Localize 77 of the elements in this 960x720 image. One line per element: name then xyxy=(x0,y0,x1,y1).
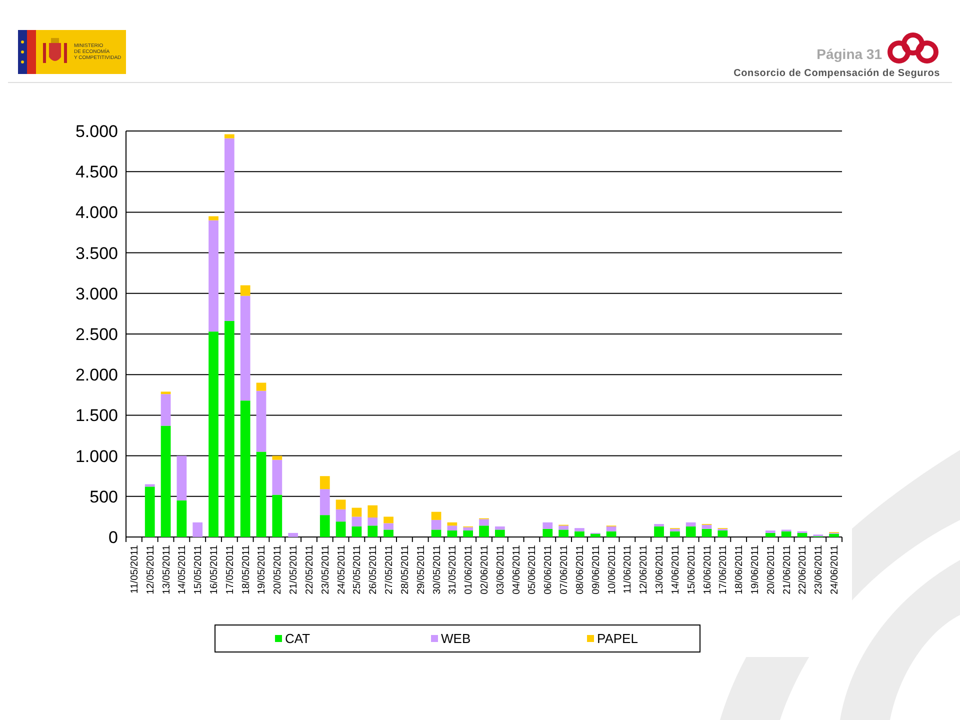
x-tick-label: 02/06/2011 xyxy=(480,545,490,594)
bar-segment xyxy=(336,522,346,537)
x-tick-label: 03/06/2011 xyxy=(495,545,506,594)
bar-segment xyxy=(431,520,442,530)
page-number: Página 31 xyxy=(816,46,882,62)
x-tick-label: 10/06/2011 xyxy=(606,545,618,594)
y-tick-label: 4.000 xyxy=(75,203,118,222)
x-tick-label: 06/06/2011 xyxy=(543,545,554,594)
x-tick-label: 09/06/2011 xyxy=(590,545,602,594)
x-tick-label: 08/06/2011 xyxy=(574,545,586,594)
x-tick-label: 29/05/2011 xyxy=(416,545,427,594)
x-tick-label: 16/05/2011 xyxy=(209,545,220,594)
x-tick-label: 28/05/2011 xyxy=(400,545,411,594)
x-tick-label: 01/06/2011 xyxy=(464,545,475,594)
bar-segment xyxy=(352,516,362,526)
x-tick-label: 19/06/2011 xyxy=(750,545,761,594)
x-tick-label: 18/06/2011 xyxy=(734,545,746,594)
x-tick-label: 17/05/2011 xyxy=(224,545,236,594)
x-tick-label: 16/06/2011 xyxy=(702,545,714,594)
x-tick-label: 19/05/2011 xyxy=(256,545,268,594)
y-tick-label: 4.500 xyxy=(75,162,118,182)
x-tick-label: 22/05/2011 xyxy=(304,545,316,594)
x-tick-label: 22/06/2011 xyxy=(798,545,809,594)
x-tick-label: 23/05/2011 xyxy=(320,545,332,594)
bar-segment xyxy=(336,500,346,510)
x-tick-label: 05/06/2011 xyxy=(527,545,538,594)
x-tick-label: 20/06/2011 xyxy=(766,545,777,594)
y-tick-label: 3.500 xyxy=(75,244,118,263)
x-tick-label: 18/05/2011 xyxy=(240,545,252,594)
x-tick-label: 14/05/2011 xyxy=(177,545,188,594)
bar-segment xyxy=(176,500,187,537)
y-tick-label: 1.500 xyxy=(75,406,118,426)
x-tick-label: 11/05/2011 xyxy=(129,545,140,594)
x-tick-label: 15/05/2011 xyxy=(193,545,204,594)
x-tick-label: 04/06/2011 xyxy=(511,545,522,594)
bar-segment xyxy=(192,522,203,537)
bar-segment xyxy=(320,515,330,537)
y-tick-label: 2.000 xyxy=(75,366,118,385)
legend-label: CAT xyxy=(285,631,310,646)
x-tick-label: 23/06/2011 xyxy=(814,545,825,594)
x-tick-label: 30/05/2011 xyxy=(432,545,443,594)
x-tick-label: 21/05/2011 xyxy=(288,545,300,594)
bar-segment xyxy=(352,508,362,517)
x-tick-label: 31/05/2011 xyxy=(448,545,459,594)
x-tick-label: 11/06/2011 xyxy=(622,545,634,594)
organization-name: Consorcio de Compensación de Seguros xyxy=(734,68,940,79)
y-tick-label: 0 xyxy=(108,528,118,547)
x-tick-label: 27/05/2011 xyxy=(384,545,396,594)
bar-segment xyxy=(352,526,362,537)
x-tick-label: 21/06/2011 xyxy=(782,545,793,594)
bar-segment xyxy=(431,512,442,520)
bar-segment xyxy=(368,526,378,537)
bar-segment xyxy=(336,509,346,522)
bar-segment xyxy=(288,532,298,537)
x-tick-label: 20/05/2011 xyxy=(272,545,284,594)
x-tick-label: 24/05/2011 xyxy=(336,545,348,594)
legend-label: WEB xyxy=(441,631,471,646)
y-tick-label: 5.000 xyxy=(75,122,118,141)
x-tick-label: 12/06/2011 xyxy=(638,545,650,594)
x-tick-label: 07/06/2011 xyxy=(559,545,570,594)
legend-label: PAPEL xyxy=(597,631,638,646)
y-tick-label: 1.000 xyxy=(75,446,118,466)
y-tick-label: 3.000 xyxy=(75,284,118,304)
x-tick-label: 13/05/2011 xyxy=(161,545,172,594)
y-tick-label: 500 xyxy=(90,487,118,506)
x-tick-label: 15/06/2011 xyxy=(686,545,698,594)
x-tick-label: 26/05/2011 xyxy=(368,545,380,594)
x-tick-label: 24/06/2011 xyxy=(830,545,841,594)
bar-segment xyxy=(176,456,187,500)
x-tick-label: 14/06/2011 xyxy=(670,545,682,594)
ccs-logo-icon xyxy=(886,30,940,66)
bar-segment xyxy=(272,494,282,537)
x-tick-label: 17/06/2011 xyxy=(718,545,730,594)
x-tick-label: 13/06/2011 xyxy=(654,545,666,594)
y-tick-label: 2.500 xyxy=(75,325,118,344)
x-tick-label: 25/05/2011 xyxy=(352,545,364,594)
x-tick-label: 12/05/2011 xyxy=(145,545,156,594)
